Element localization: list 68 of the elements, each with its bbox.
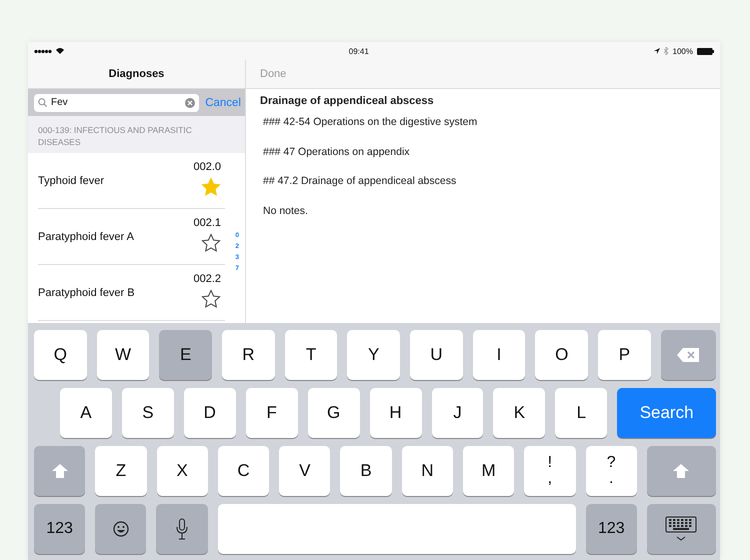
- status-time: 09:41: [348, 46, 370, 56]
- search-icon: [38, 98, 47, 107]
- keyboard-key[interactable]: U: [410, 330, 463, 380]
- section-header: 000-139: INFECTIOUS AND PARASITIC DISEASES: [28, 116, 245, 153]
- detail-line: No notes.: [263, 204, 308, 216]
- diagnosis-name[interactable]: Typhoid fever: [38, 174, 194, 186]
- keyboard-key[interactable]: H: [370, 388, 422, 438]
- shift-key[interactable]: [646, 446, 716, 496]
- backspace-icon: [677, 348, 700, 362]
- star-icon[interactable]: [201, 288, 221, 308]
- backspace-key[interactable]: [660, 330, 716, 380]
- keyboard-key[interactable]: O: [535, 330, 588, 380]
- diagnosis-name[interactable]: Paratyphoid fever B: [38, 286, 194, 298]
- keyboard-key[interactable]: F: [246, 388, 298, 438]
- shift-key[interactable]: [34, 446, 86, 496]
- signal-icon: [34, 48, 52, 54]
- wifi-icon: [56, 48, 64, 54]
- detail-line: ### 42-54 Operations on the digestive system: [263, 116, 478, 128]
- star-icon[interactable]: [201, 232, 221, 252]
- keyboard-key[interactable]: R: [222, 330, 275, 380]
- keyboard-icon: [665, 516, 698, 542]
- keyboard-key[interactable]: E: [159, 330, 212, 380]
- diagnosis-code: 002.2: [193, 272, 221, 284]
- numbers-key[interactable]: 123: [34, 504, 86, 554]
- keyboard-key[interactable]: Q: [34, 330, 87, 380]
- diagnosis-code: 002.0: [193, 160, 221, 172]
- keyboard-key[interactable]: ? .: [586, 446, 637, 496]
- keyboard-key[interactable]: V: [279, 446, 330, 496]
- keyboard-key[interactable]: D: [184, 388, 236, 438]
- detail-title: Drainage of appendiceal abscess: [260, 95, 435, 107]
- battery-icon: [697, 48, 714, 54]
- keyboard-key[interactable]: ! ,: [524, 446, 576, 496]
- dictation-key[interactable]: [156, 504, 208, 554]
- battery-percent: 100%: [672, 46, 693, 56]
- microphone-icon: [176, 518, 188, 540]
- keyboard-key[interactable]: G: [308, 388, 360, 438]
- keyboard-key[interactable]: L: [555, 388, 608, 438]
- detail-line: ### 47 Operations on appendix: [263, 146, 410, 158]
- keyboard-key[interactable]: X: [156, 446, 208, 496]
- keyboard-key[interactable]: J: [432, 388, 484, 438]
- shift-icon: [52, 464, 68, 478]
- shift-icon: [673, 464, 690, 478]
- keyboard-key[interactable]: A: [60, 388, 112, 438]
- dismiss-keyboard-key[interactable]: [646, 504, 716, 554]
- keyboard-key[interactable]: B: [340, 446, 392, 496]
- keyboard-key[interactable]: N: [402, 446, 453, 496]
- keyboard-key[interactable]: I: [472, 330, 526, 380]
- keyboard-key[interactable]: T: [284, 330, 338, 380]
- keyboard-key[interactable]: M: [462, 446, 514, 496]
- search-field[interactable]: Fev: [34, 94, 200, 112]
- keyboard-key[interactable]: Y: [347, 330, 400, 380]
- keyboard-key[interactable]: P: [598, 330, 651, 380]
- emoji-key[interactable]: [95, 504, 146, 554]
- emoji-icon: [112, 521, 129, 537]
- keyboard-key[interactable]: Z: [95, 446, 147, 496]
- search-key[interactable]: Search: [617, 388, 716, 438]
- detail-line: ## 47.2 Drainage of appendiceal abscess: [263, 175, 456, 187]
- numbers-key[interactable]: 123: [586, 504, 637, 554]
- keyboard-key[interactable]: K: [493, 388, 546, 438]
- location-icon: [654, 48, 660, 54]
- clear-icon[interactable]: [185, 98, 196, 108]
- keyboard-key[interactable]: S: [122, 388, 174, 438]
- keyboard-key[interactable]: C: [218, 446, 270, 496]
- diagnosis-name[interactable]: Paratyphoid fever A: [38, 230, 194, 242]
- diagnosis-code: 002.1: [193, 216, 221, 228]
- bluetooth-icon: [664, 47, 669, 55]
- keyboard-key[interactable]: W: [96, 330, 150, 380]
- sidebar-title: Diagnoses: [108, 68, 166, 80]
